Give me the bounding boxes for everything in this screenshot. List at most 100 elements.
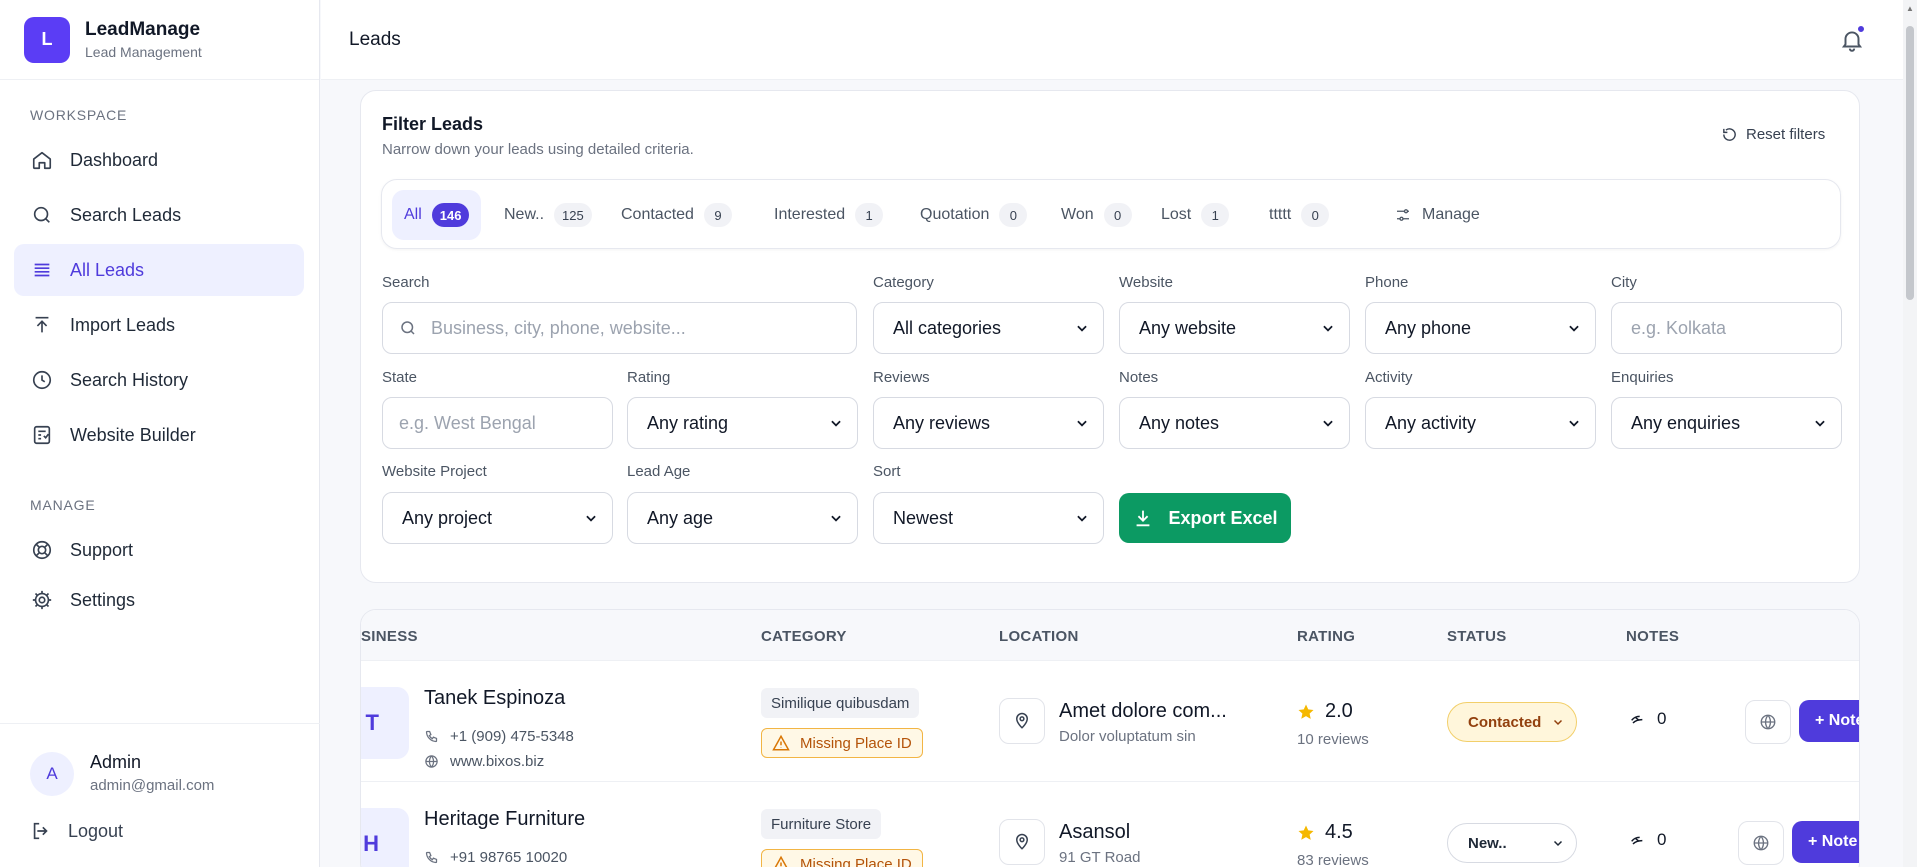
user-panel: A Admin admin@gmail.com Logout <box>0 723 320 867</box>
sidebar-item-dashboard[interactable]: Dashboard <box>14 134 304 186</box>
tab-new[interactable]: New.. 125 <box>492 190 604 240</box>
tab-count: 0 <box>1103 203 1132 227</box>
lead-avatar: T <box>361 687 409 759</box>
workspace-section-label: WORKSPACE <box>30 107 128 123</box>
tab-ttttt[interactable]: ttttt 0 <box>1257 190 1341 240</box>
manage-label: Manage <box>1422 206 1480 223</box>
avatar[interactable]: A <box>30 752 74 796</box>
location-city: Asansol <box>1059 821 1131 843</box>
sidebar-item-search-history[interactable]: Search History <box>14 354 304 406</box>
status-value: New.. <box>1468 834 1507 852</box>
business-phone[interactable]: +91 98765 10020 <box>424 849 567 866</box>
sidebar-item-settings[interactable]: Settings <box>14 574 304 626</box>
business-name[interactable]: Tanek Espinoza <box>424 687 565 710</box>
missing-place-id-badge: Missing Place ID <box>761 849 923 867</box>
reset-filters-button[interactable]: Reset filters <box>1721 126 1825 143</box>
business-name[interactable]: Heritage Furniture <box>424 808 585 831</box>
sidebar-item-import-leads[interactable]: Import Leads <box>14 299 304 351</box>
sidebar-item-label: Support <box>70 539 134 560</box>
tab-count: 125 <box>554 203 592 227</box>
export-excel-button[interactable]: Export Excel <box>1119 493 1291 543</box>
sort-select[interactable]: Newest <box>873 492 1104 544</box>
table-row[interactable]: H Heritage Furniture +91 98765 10020 Fur… <box>361 783 1859 867</box>
chevron-down-icon <box>1323 420 1333 427</box>
chevron-down-icon <box>586 515 596 522</box>
notes-icon <box>1631 715 1643 724</box>
business-website[interactable]: www.bixos.biz <box>424 753 544 770</box>
upload-icon <box>30 313 54 337</box>
chevron-down-icon <box>1077 420 1087 427</box>
map-pin-button[interactable] <box>999 698 1045 744</box>
download-icon <box>1137 510 1150 527</box>
category-select[interactable]: All categories <box>873 302 1104 354</box>
category-label: Category <box>873 274 934 291</box>
state-input[interactable]: e.g. West Bengal <box>382 397 613 449</box>
search-placeholder: Business, city, phone, website... <box>431 317 686 338</box>
tab-quotation[interactable]: Quotation 0 <box>908 190 1039 240</box>
user-name: Admin <box>90 752 142 772</box>
column-header-business[interactable]: SINESS <box>361 628 418 645</box>
chevron-down-icon <box>1569 325 1579 332</box>
map-pin-button[interactable] <box>999 819 1045 865</box>
tab-all[interactable]: All 146 <box>392 190 482 240</box>
search-input[interactable]: Business, city, phone, website... <box>382 302 857 354</box>
clock-icon <box>30 368 54 392</box>
manage-section-label: MANAGE <box>30 497 96 513</box>
notes-select[interactable]: Any notes <box>1119 397 1350 449</box>
sidebar-item-label: Import Leads <box>70 314 176 335</box>
phone-text: +91 98765 10020 <box>450 849 568 866</box>
table-row[interactable]: T Tanek Espinoza +1 (909) 475-5348 www.b… <box>361 662 1859 782</box>
leads-table: SINESS CATEGORY LOCATION RATING STATUS N… <box>360 609 1860 867</box>
business-phone[interactable]: +1 (909) 475-5348 <box>424 728 574 745</box>
lead-age-select[interactable]: Any age <box>627 492 858 544</box>
sidebar-item-website-builder[interactable]: Website Builder <box>14 409 304 461</box>
activity-select[interactable]: Any activity <box>1365 397 1596 449</box>
column-header-rating[interactable]: RATING <box>1297 628 1355 645</box>
brand-name: LeadManage <box>85 19 201 40</box>
column-header-notes[interactable]: NOTES <box>1626 628 1679 645</box>
brand-logo[interactable]: L <box>24 16 70 63</box>
globe-icon <box>1760 714 1776 730</box>
reviews-select[interactable]: Any reviews <box>873 397 1104 449</box>
website-select[interactable]: Any website <box>1119 302 1350 354</box>
reset-label: Reset filters <box>1746 126 1826 143</box>
tab-lost[interactable]: Lost 1 <box>1149 190 1241 240</box>
tab-count: 1 <box>1201 203 1230 227</box>
scrollbar-thumb[interactable] <box>1906 26 1914 300</box>
logout-button[interactable]: Logout <box>30 820 123 842</box>
column-header-category[interactable]: CATEGORY <box>761 628 847 645</box>
status-select[interactable]: Contacted <box>1447 702 1577 742</box>
tab-interested[interactable]: Interested 1 <box>762 190 895 240</box>
open-website-button[interactable] <box>1745 700 1791 744</box>
column-header-location[interactable]: LOCATION <box>999 628 1079 645</box>
website-project-select[interactable]: Any project <box>382 492 613 544</box>
sort-value: Newest <box>893 507 954 528</box>
category-value: All categories <box>893 317 1002 338</box>
open-website-button[interactable] <box>1738 821 1784 865</box>
scroll-up-arrow-icon[interactable]: ▲ <box>1906 4 1914 13</box>
table-header: SINESS CATEGORY LOCATION RATING STATUS N… <box>361 610 1859 661</box>
warning-text: Missing Place ID <box>800 734 912 752</box>
enquiries-value: Any enquiries <box>1631 412 1741 433</box>
manage-tabs-button[interactable]: Manage <box>1382 190 1492 240</box>
sidebar-item-support[interactable]: Support <box>14 524 304 576</box>
tab-won[interactable]: Won 0 <box>1049 190 1144 240</box>
sidebar-item-search-leads[interactable]: Search Leads <box>14 189 304 241</box>
notes-count[interactable]: 0 <box>1629 830 1666 850</box>
add-note-button[interactable]: + Note <box>1792 821 1859 863</box>
phone-select[interactable]: Any phone <box>1365 302 1596 354</box>
status-select[interactable]: New.. <box>1447 823 1577 863</box>
enquiries-select[interactable]: Any enquiries <box>1611 397 1842 449</box>
top-header: Leads <box>321 0 1911 80</box>
column-header-status[interactable]: STATUS <box>1447 628 1507 645</box>
city-input[interactable]: e.g. Kolkata <box>1611 302 1842 354</box>
page-scrollbar[interactable]: ▲ <box>1903 0 1917 867</box>
notes-count[interactable]: 0 <box>1629 709 1666 729</box>
notes-icon <box>1631 836 1643 845</box>
add-note-button[interactable]: + Note <box>1799 700 1859 742</box>
rating-select[interactable]: Any rating <box>627 397 858 449</box>
tab-contacted[interactable]: Contacted 9 <box>609 190 744 240</box>
home-icon <box>30 148 54 172</box>
map-pin-icon <box>1015 712 1029 729</box>
sidebar-item-all-leads[interactable]: All Leads <box>14 244 304 296</box>
